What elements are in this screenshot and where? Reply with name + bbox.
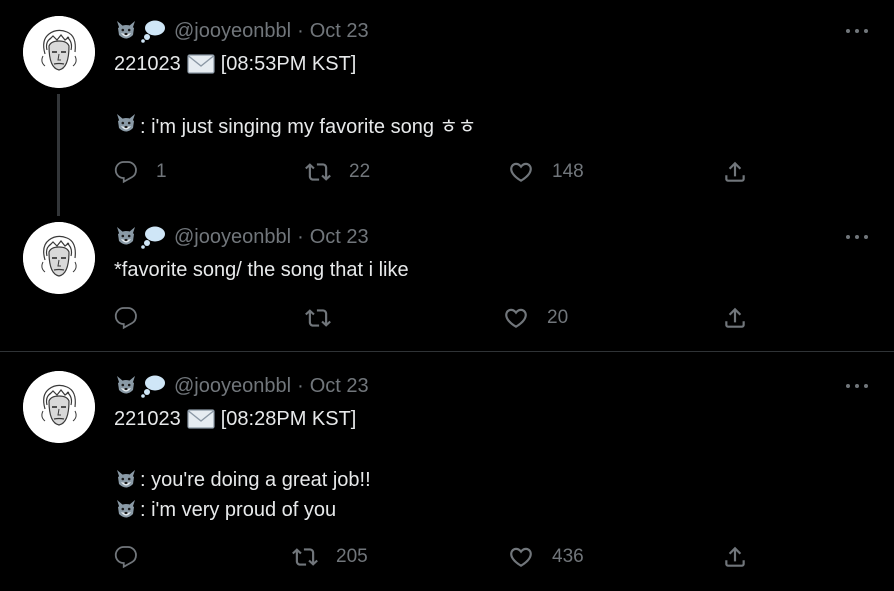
time-stamp: [08:53PM KST]: [220, 52, 357, 75]
share-button[interactable]: [722, 544, 748, 570]
retweet-count: 22: [349, 161, 371, 182]
wolf-emoji-icon: [114, 19, 138, 43]
tweet-text: *favorite song/ the song that i like: [114, 258, 409, 281]
tweet-text-line: : i'm just singing my favorite song ㅎㅎ: [114, 110, 476, 138]
reply-button[interactable]: [114, 544, 138, 570]
heart-icon: [508, 544, 534, 570]
thread-connector-line: [57, 94, 60, 216]
like-button[interactable]: 20: [503, 305, 568, 331]
tweet-text: : i'm just singing my favorite song ㅎㅎ: [140, 115, 477, 138]
share-icon: [722, 159, 748, 185]
avatar[interactable]: [23, 371, 95, 443]
tweet-1[interactable]: @jooyeonbbl · Oct 23 221023 [08:53PM KST…: [0, 0, 894, 216]
wolf-emoji-icon: [114, 112, 138, 136]
envelope-icon: [187, 53, 215, 75]
reply-count: 1: [156, 161, 167, 182]
header-separator: ·: [297, 374, 304, 397]
tweet-header: @jooyeonbbl · Oct 23: [114, 18, 369, 44]
tweet-header: @jooyeonbbl · Oct 23: [114, 224, 369, 250]
header-separator: ·: [297, 225, 304, 248]
like-button[interactable]: 148: [508, 159, 584, 185]
reply-icon: [114, 160, 138, 184]
like-button[interactable]: 436: [508, 544, 584, 570]
wolf-emoji-icon: [114, 498, 138, 522]
retweet-count: 205: [336, 546, 368, 567]
tweet-text: : you're doing a great job!!: [140, 468, 371, 491]
retweet-icon: [305, 159, 331, 185]
date-stamp: 221023: [114, 52, 181, 75]
wolf-emoji-icon: [114, 468, 138, 492]
heart-icon: [503, 305, 529, 331]
envelope-icon: [187, 408, 215, 430]
more-icon[interactable]: [846, 379, 868, 393]
author-handle[interactable]: @jooyeonbbl: [174, 375, 291, 398]
tweet-date[interactable]: Oct 23: [310, 226, 369, 249]
date-stamp: 221023: [114, 407, 181, 430]
wolf-emoji-icon: [114, 374, 138, 398]
share-button[interactable]: [722, 159, 748, 185]
retweet-button[interactable]: 22: [305, 159, 370, 185]
thought-bubble-icon: [140, 374, 166, 398]
tweet-text-line: 221023 [08:28PM KST]: [114, 405, 356, 433]
author-handle[interactable]: @jooyeonbbl: [174, 226, 291, 249]
tweet-2[interactable]: @jooyeonbbl · Oct 23 *favorite song/ the…: [0, 216, 894, 351]
avatar[interactable]: [23, 16, 95, 88]
tweet-text-line: 221023 [08:53PM KST]: [114, 50, 356, 78]
wolf-emoji-icon: [114, 225, 138, 249]
share-icon: [722, 544, 748, 570]
reply-icon: [114, 545, 138, 569]
heart-icon: [508, 159, 534, 185]
retweet-button[interactable]: [305, 305, 331, 331]
reply-button[interactable]: 1: [114, 159, 167, 185]
thought-bubble-icon: [140, 19, 166, 43]
thought-bubble-icon: [140, 225, 166, 249]
like-count: 436: [552, 546, 584, 567]
retweet-icon: [305, 305, 331, 331]
tweet-header: @jooyeonbbl · Oct 23: [114, 373, 369, 399]
tweet-text-line: : you're doing a great job!!: [114, 466, 371, 494]
author-handle[interactable]: @jooyeonbbl: [174, 20, 291, 43]
header-separator: ·: [297, 19, 304, 42]
time-stamp: [08:28PM KST]: [220, 407, 357, 430]
like-count: 20: [547, 307, 569, 328]
tweet-text-line: : i'm very proud of you: [114, 496, 336, 524]
share-icon: [722, 305, 748, 331]
retweet-icon: [292, 544, 318, 570]
tweet-text-line: *favorite song/ the song that i like: [114, 256, 409, 284]
share-button[interactable]: [722, 305, 748, 331]
tweet-date[interactable]: Oct 23: [310, 20, 369, 43]
more-icon[interactable]: [846, 230, 868, 244]
like-count: 148: [552, 161, 584, 182]
reply-button[interactable]: [114, 305, 138, 331]
retweet-button[interactable]: 205: [292, 544, 368, 570]
tweet-3[interactable]: @jooyeonbbl · Oct 23 221023 [08:28PM KST…: [0, 352, 894, 591]
more-icon[interactable]: [846, 24, 868, 38]
avatar[interactable]: [23, 222, 95, 294]
tweet-date[interactable]: Oct 23: [310, 375, 369, 398]
reply-icon: [114, 306, 138, 330]
tweet-text: : i'm very proud of you: [140, 498, 337, 521]
